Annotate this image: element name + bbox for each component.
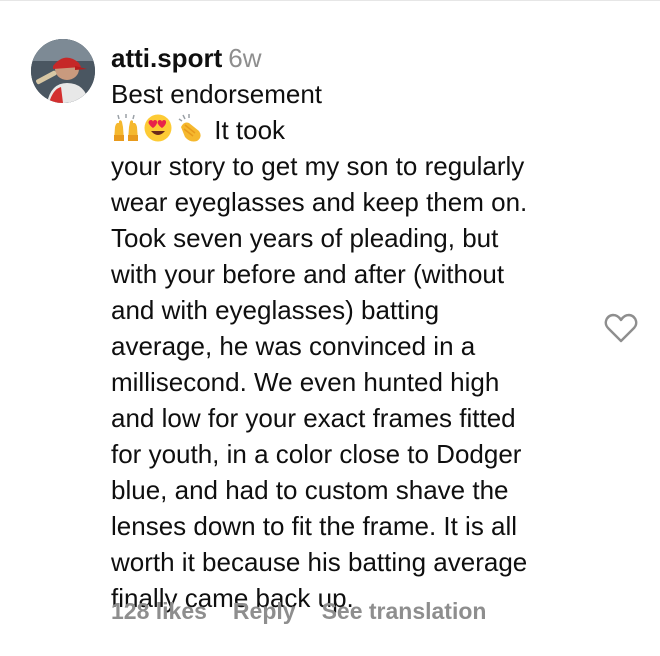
reply-button[interactable]: Reply bbox=[233, 598, 296, 624]
likes-count-link[interactable]: 128 likes bbox=[111, 598, 207, 624]
comment-text-after-emojis: It took bbox=[207, 115, 286, 145]
heart-eyes-emoji bbox=[144, 114, 172, 142]
comment-actions: 128 likes Reply See translation bbox=[111, 596, 512, 626]
avatar-image bbox=[31, 39, 95, 103]
timestamp[interactable]: 6w bbox=[228, 43, 261, 73]
avatar[interactable] bbox=[31, 39, 95, 103]
comment-content: atti.sport 6w Best endorsement It took y… bbox=[111, 40, 591, 616]
comment-text-start: Best endorsement bbox=[111, 79, 323, 109]
comment-header: atti.sport 6w bbox=[111, 40, 591, 76]
comment-text-rest: your story to get my son to regularly we… bbox=[111, 151, 528, 613]
comment-text: Best endorsement It took your story to g… bbox=[111, 76, 591, 616]
comment: atti.sport 6w Best endorsement It took y… bbox=[0, 0, 660, 656]
see-translation-link[interactable]: See translation bbox=[322, 598, 487, 624]
username-link[interactable]: atti.sport bbox=[111, 43, 222, 73]
heart-outline-icon[interactable] bbox=[604, 312, 638, 344]
raising-hands-emoji bbox=[114, 114, 138, 141]
clapping-hands-emoji bbox=[178, 114, 201, 142]
